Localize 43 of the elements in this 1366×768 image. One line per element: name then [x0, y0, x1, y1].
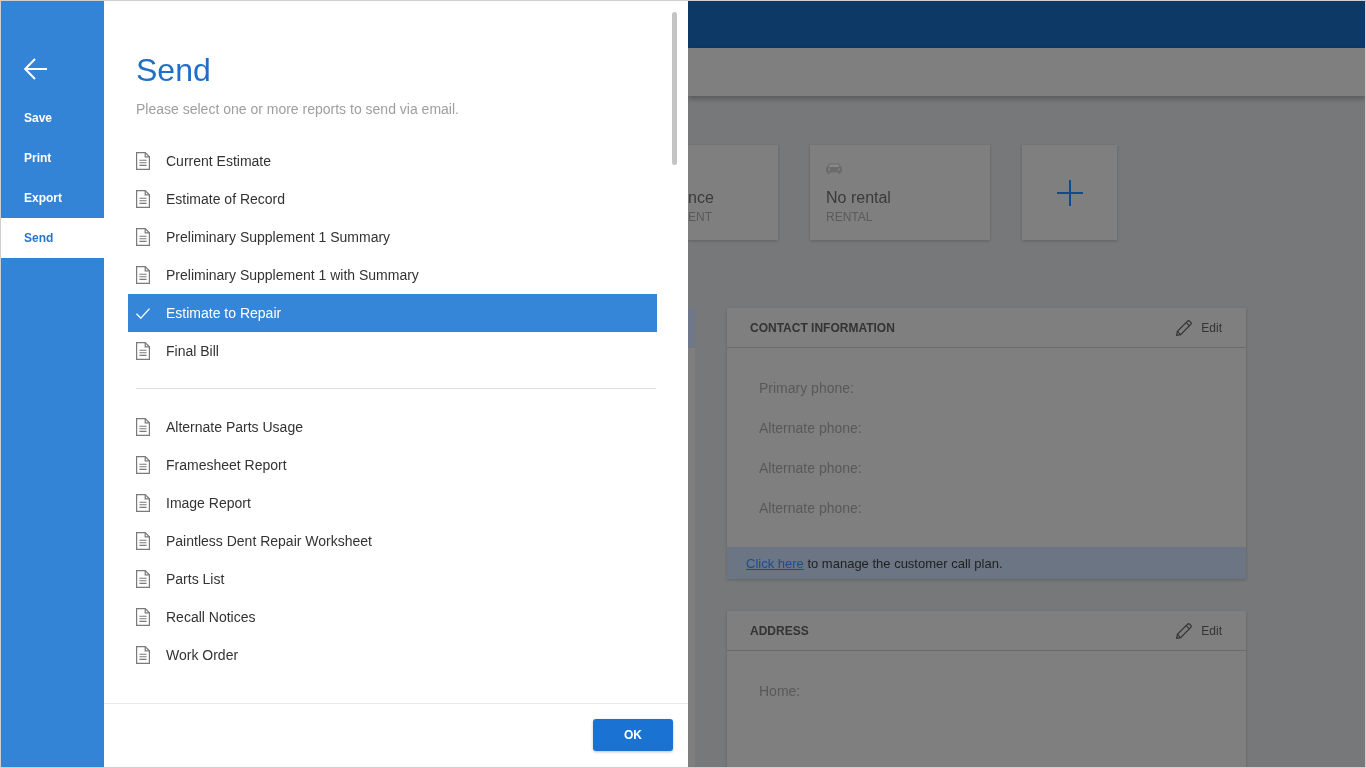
document-icon	[136, 570, 150, 588]
document-icon	[136, 190, 150, 208]
document-icon	[136, 266, 150, 284]
plus-icon	[1056, 179, 1083, 206]
document-icon	[136, 228, 150, 246]
document-icon	[136, 532, 150, 550]
report-label: Estimate to Repair	[166, 305, 282, 321]
ok-button[interactable]: OK	[593, 719, 673, 751]
report-label: Final Bill	[166, 343, 219, 359]
report-label: Alternate Parts Usage	[166, 419, 303, 435]
pencil-icon[interactable]	[1176, 622, 1193, 639]
sidebar-item[interactable]: Send	[1, 218, 104, 258]
pencil-icon[interactable]	[1176, 319, 1193, 336]
report-label: Estimate of Record	[166, 191, 286, 207]
back-arrow-icon[interactable]	[24, 58, 48, 80]
report-label: Image Report	[166, 495, 251, 511]
report-label: Recall Notices	[166, 609, 256, 625]
document-icon	[136, 646, 150, 664]
document-icon	[136, 152, 150, 170]
report-label: Preliminary Supplement 1 Summary	[166, 229, 391, 245]
card-title: nce	[688, 188, 714, 208]
dialog-title: Send	[136, 51, 211, 89]
panel-title: ADDRESS	[750, 623, 809, 638]
card-header-edge	[688, 308, 695, 348]
card-title: No rental	[826, 188, 891, 208]
car-icon	[826, 163, 842, 174]
report-label: Work Order	[166, 647, 239, 663]
document-icon	[136, 456, 150, 474]
panel-title: CONTACT INFORMATION	[750, 320, 895, 335]
report-label: Framesheet Report	[166, 457, 287, 473]
dialog-subtitle: Please select one or more reports to send via email.	[136, 100, 459, 119]
report-label: Current Estimate	[166, 153, 272, 169]
scrollbar-thumb[interactable]	[672, 12, 677, 165]
report-label: Preliminary Supplement 1 with Summary	[166, 267, 419, 283]
call-plan-text: Click here to manage the customer call plan.	[746, 555, 1003, 571]
document-icon	[136, 418, 150, 436]
document-icon	[136, 608, 150, 626]
checkmark-icon	[136, 307, 150, 319]
report-label: Parts List	[166, 571, 225, 587]
report-item[interactable]: Estimate to Repair	[128, 294, 657, 332]
document-icon	[136, 494, 150, 512]
report-label: Paintless Dent Repair Worksheet	[166, 533, 372, 549]
document-icon	[136, 342, 150, 360]
